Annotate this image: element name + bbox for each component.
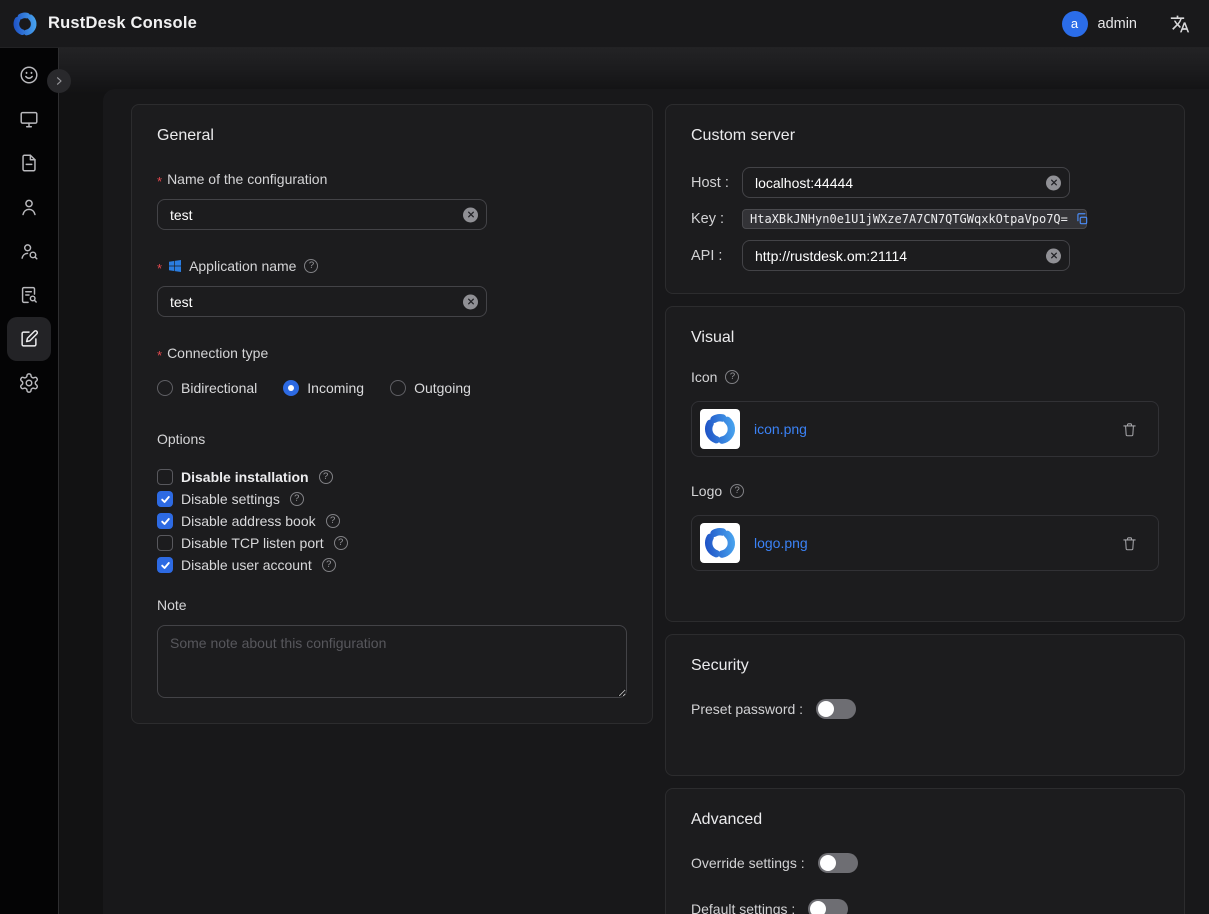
sidebar-item-custom-clients[interactable] (7, 317, 51, 361)
content-surface: General * Name of the configuration * (103, 89, 1209, 914)
help-icon[interactable]: ? (326, 514, 340, 528)
copy-icon[interactable] (1075, 212, 1089, 226)
host-input[interactable] (742, 167, 1070, 198)
radio-outgoing[interactable]: Outgoing (390, 380, 471, 396)
app-title: RustDesk Console (48, 14, 197, 33)
logo-label: Logo ? (691, 483, 1159, 499)
options-label: Options (157, 431, 627, 447)
sidebar-item-audit[interactable] (7, 141, 51, 185)
advanced-title: Advanced (691, 811, 1159, 829)
user-icon (18, 196, 40, 218)
logo-thumbnail (700, 523, 740, 563)
sidebar-expand-button[interactable] (47, 69, 71, 93)
icon-file-row: icon.png (691, 401, 1159, 457)
sidebar-item-devices[interactable] (7, 97, 51, 141)
sidebar-item-users[interactable] (7, 185, 51, 229)
clear-api-icon[interactable] (1046, 248, 1061, 263)
api-input[interactable] (742, 240, 1070, 271)
logo-file-link[interactable]: logo.png (754, 535, 808, 551)
checkbox-disable-user-account[interactable]: Disable user account ? (157, 557, 627, 573)
icon-file-link[interactable]: icon.png (754, 421, 807, 437)
sidebar-item-dashboard[interactable] (7, 53, 51, 97)
brand: RustDesk Console (12, 11, 197, 37)
help-icon[interactable]: ? (730, 484, 744, 498)
checkbox-disable-address-book[interactable]: Disable address book ? (157, 513, 627, 529)
sidebar-nav (0, 48, 59, 914)
default-settings-toggle[interactable] (808, 899, 848, 914)
checkbox-disable-tcp-listen-port[interactable]: Disable TCP listen port ? (157, 535, 627, 551)
clear-app-name-icon[interactable] (463, 294, 478, 309)
smiley-icon (18, 64, 40, 86)
document-icon (18, 152, 40, 174)
config-name-label: * Name of the configuration (157, 171, 627, 187)
help-icon[interactable]: ? (304, 259, 318, 273)
api-label: API : (691, 248, 742, 264)
options-list: Disable installation ? Disable settings … (157, 469, 627, 573)
security-title: Security (691, 657, 1159, 675)
default-settings-label: Default settings : (691, 901, 795, 914)
connection-type-label: * Connection type (157, 345, 627, 361)
server-key-value: HtaXBkJNHyn0e1U1jWXze7A7CN7QTGWqxkOtpaVp… (750, 212, 1068, 226)
config-name-input[interactable] (157, 199, 487, 230)
checkbox-disable-settings[interactable]: Disable settings ? (157, 491, 627, 507)
gear-icon (18, 372, 40, 394)
user-search-icon (18, 240, 40, 262)
advanced-card: Advanced Override settings : Default set… (665, 788, 1185, 914)
edit-icon (18, 328, 40, 350)
custom-server-title: Custom server (691, 127, 1159, 145)
translate-icon[interactable] (1169, 13, 1191, 35)
top-header: RustDesk Console a admin (0, 0, 1209, 48)
chevron-right-icon (52, 74, 66, 88)
help-icon[interactable]: ? (322, 558, 336, 572)
host-label: Host : (691, 175, 742, 191)
logo-file-row: logo.png (691, 515, 1159, 571)
visual-card: Visual Icon ? icon.png (665, 306, 1185, 622)
monitor-icon (18, 108, 40, 130)
key-label: Key : (691, 211, 742, 227)
app-name-label: * Application name ? (157, 258, 627, 274)
app-name-input[interactable] (157, 286, 487, 317)
custom-server-card: Custom server Host : Key : HtaXBkJNHyn0e… (665, 104, 1185, 294)
rustdesk-logo-icon (12, 11, 38, 37)
override-settings-label: Override settings : (691, 855, 805, 871)
sidebar-item-address-books[interactable] (7, 273, 51, 317)
server-key-chip: HtaXBkJNHyn0e1U1jWXze7A7CN7QTGWqxkOtpaVp… (742, 209, 1087, 229)
rustdesk-logo-icon (703, 412, 737, 446)
preset-password-label: Preset password : (691, 701, 803, 717)
checkbox-disable-installation[interactable]: Disable installation ? (157, 469, 627, 485)
trash-icon[interactable] (1121, 421, 1138, 438)
note-label: Note (157, 597, 627, 613)
clear-host-icon[interactable] (1046, 175, 1061, 190)
icon-label: Icon ? (691, 369, 1159, 385)
icon-thumbnail (700, 409, 740, 449)
security-card: Security Preset password : (665, 634, 1185, 776)
user-avatar[interactable]: a (1062, 11, 1088, 37)
help-icon[interactable]: ? (334, 536, 348, 550)
connection-type-group: Bidirectional Incoming Outgoing (157, 380, 627, 396)
radio-incoming[interactable]: Incoming (283, 380, 364, 396)
help-icon[interactable]: ? (725, 370, 739, 384)
trash-icon[interactable] (1121, 535, 1138, 552)
sidebar-item-groups[interactable] (7, 229, 51, 273)
windows-icon (167, 258, 183, 274)
general-card: General * Name of the configuration * (131, 104, 653, 724)
help-icon[interactable]: ? (290, 492, 304, 506)
general-title: General (157, 127, 627, 145)
preset-password-toggle[interactable] (816, 699, 856, 719)
document-user-icon (18, 284, 40, 306)
username[interactable]: admin (1098, 16, 1138, 32)
sidebar-item-settings[interactable] (7, 361, 51, 405)
note-textarea[interactable] (157, 625, 627, 698)
radio-bidirectional[interactable]: Bidirectional (157, 380, 257, 396)
visual-title: Visual (691, 329, 1159, 347)
override-settings-toggle[interactable] (818, 853, 858, 873)
main-area: General * Name of the configuration * (59, 48, 1209, 914)
clear-config-name-icon[interactable] (463, 207, 478, 222)
help-icon[interactable]: ? (319, 470, 333, 484)
rustdesk-logo-icon (703, 526, 737, 560)
